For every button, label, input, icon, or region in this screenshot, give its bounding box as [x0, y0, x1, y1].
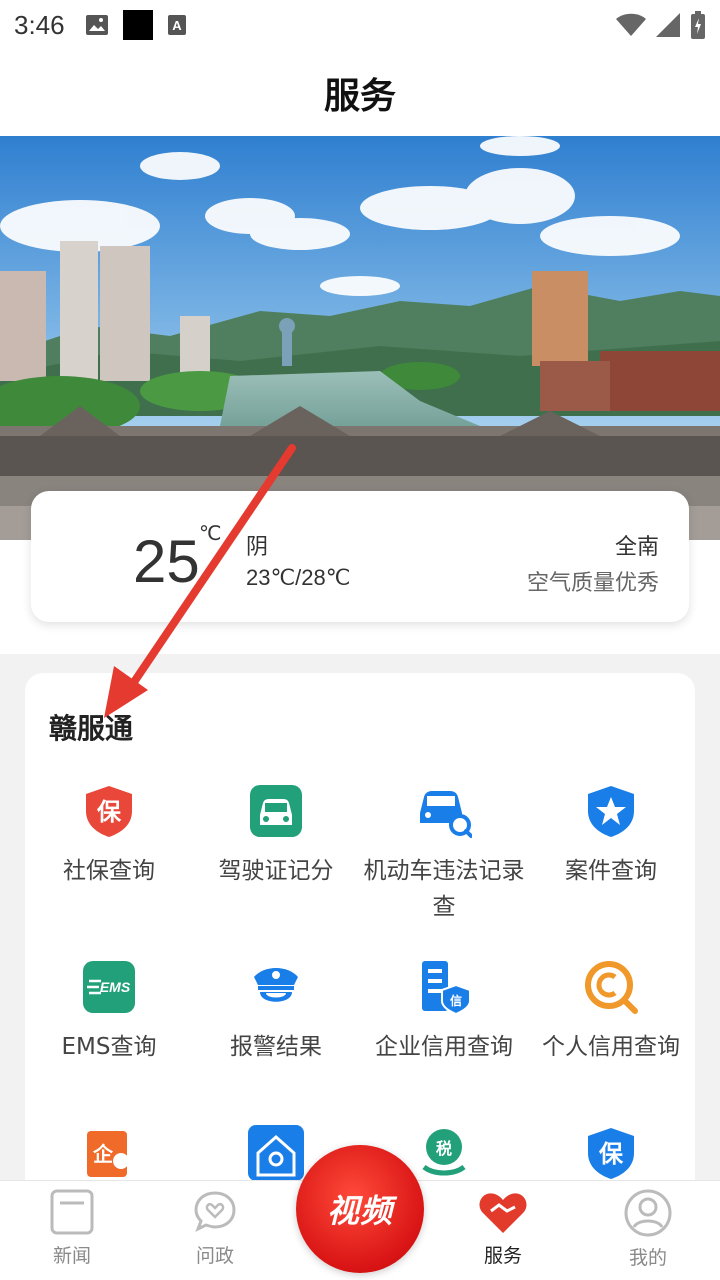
- svg-text:A: A: [172, 18, 182, 33]
- svg-text:税: 税: [436, 1139, 452, 1158]
- service-item-ems[interactable]: EMS EMS查询: [25, 959, 193, 1065]
- svg-text:保: 保: [598, 1140, 624, 1168]
- service-label: 个人信用查询: [542, 1034, 680, 1060]
- chat-heart-icon: [194, 1191, 236, 1233]
- section-title: 赣服通: [49, 712, 134, 745]
- service-label: 企业信用查询: [375, 1034, 513, 1060]
- status-notifications: A: [85, 10, 187, 40]
- handshake-heart-icon: [479, 1193, 527, 1233]
- temperature-unit: ℃: [199, 521, 222, 545]
- service-item-row3-4[interactable]: 保: [527, 1125, 695, 1181]
- city-name: 全南: [614, 535, 659, 560]
- nav-tab-service[interactable]: 服务: [453, 1189, 553, 1268]
- house-search-icon: [248, 1125, 304, 1181]
- service-item-personal-credit[interactable]: 个人信用查询: [527, 959, 695, 1065]
- nav-label-service: 服务: [483, 1245, 522, 1267]
- wifi-icon: [616, 13, 646, 36]
- credit-search-icon: [585, 961, 638, 1014]
- enterprise-person-icon: 企: [87, 1131, 129, 1177]
- black-square-icon: [122, 10, 153, 40]
- shield-bao-blue-icon: 保: [588, 1128, 634, 1179]
- nav-label-news: 新闻: [52, 1245, 91, 1267]
- nav-label-politics: 问政: [195, 1245, 234, 1267]
- svg-text:信: 信: [450, 993, 462, 1008]
- service-item-enterprise-credit[interactable]: 信 企业信用查询: [360, 959, 528, 1065]
- police-shield-icon: [588, 786, 634, 837]
- battery-icon: [691, 11, 705, 39]
- police-hat-icon: [254, 968, 298, 1002]
- news-icon: [50, 1189, 94, 1235]
- service-label: 报警结果: [230, 1034, 322, 1060]
- font-a-icon: A: [167, 15, 186, 35]
- video-label: 视频: [326, 1192, 393, 1230]
- status-system-icons: [616, 11, 706, 39]
- svg-text:企: 企: [92, 1142, 114, 1166]
- temperature-range: 23℃/28℃: [246, 565, 351, 590]
- banner-image[interactable]: [0, 136, 720, 540]
- service-label: 社保查询: [63, 858, 155, 884]
- car-icon: [250, 785, 302, 837]
- car-search-icon: [420, 791, 472, 838]
- page-title: 服务: [323, 76, 396, 117]
- svg-text:保: 保: [96, 798, 122, 826]
- signal-icon: [656, 13, 680, 37]
- status-time: 3:46: [14, 9, 65, 40]
- status-bar: 3:46 A: [0, 0, 720, 50]
- service-label: 驾驶证记分: [218, 858, 334, 884]
- service-item-driver-license[interactable]: 驾驶证记分: [192, 783, 360, 889]
- video-button[interactable]: 视频: [296, 1145, 424, 1273]
- svg-text:EMS: EMS: [100, 979, 131, 995]
- service-label: 案件查询: [565, 858, 657, 884]
- nav-tab-politics[interactable]: 问政: [165, 1189, 265, 1268]
- image-icon: [85, 15, 108, 35]
- nav-tab-news[interactable]: 新闻: [22, 1189, 122, 1268]
- service-item-row3-1[interactable]: 企: [25, 1125, 193, 1181]
- service-item-social-security[interactable]: 保 社保查询: [25, 783, 193, 889]
- temperature-value: 25: [133, 528, 200, 595]
- tax-icon: 税: [422, 1129, 466, 1176]
- user-icon: [624, 1189, 672, 1237]
- weather-condition: 阴: [246, 535, 269, 560]
- weather-card[interactable]: 25 ℃ 阴 23℃/28℃ 全南 空气质量优秀: [31, 491, 689, 622]
- shield-bao-icon: 保: [86, 786, 132, 837]
- service-label: 机动车违法记录查: [363, 858, 525, 920]
- service-item-case-query[interactable]: 案件查询: [527, 783, 695, 889]
- title-bar: 服务: [0, 50, 720, 136]
- ems-icon: EMS: [83, 961, 135, 1013]
- building-credit-icon: 信: [422, 961, 471, 1015]
- nav-label-mine: 我的: [628, 1247, 667, 1269]
- service-item-vehicle-violation[interactable]: 机动车违法记录查: [360, 783, 528, 925]
- nav-tab-mine[interactable]: 我的: [598, 1189, 698, 1270]
- service-item-police-result[interactable]: 报警结果: [192, 959, 360, 1065]
- service-label: EMS查询: [61, 1034, 157, 1060]
- air-quality: 空气质量优秀: [526, 571, 659, 596]
